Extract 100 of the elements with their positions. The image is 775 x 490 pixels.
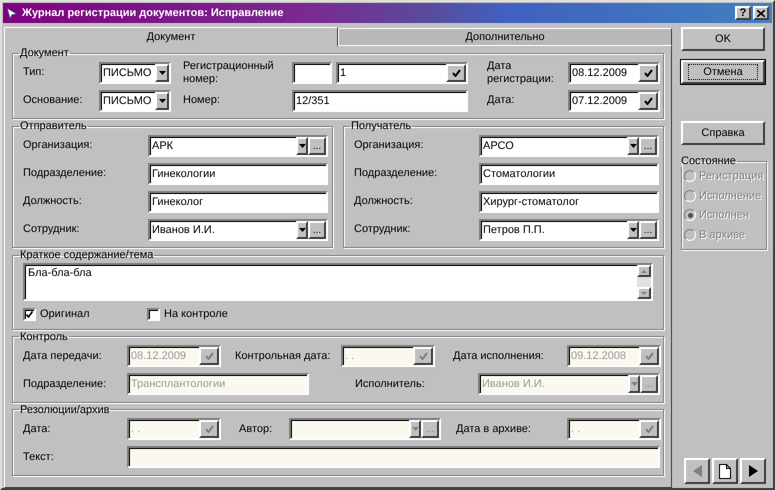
radio-label: Исполнен bbox=[699, 208, 749, 223]
field-label: Сотрудник: bbox=[354, 223, 412, 236]
combo-box[interactable]: Петров П.П. ... bbox=[479, 218, 659, 240]
group-title: Документ bbox=[19, 47, 70, 59]
dropdown-button[interactable] bbox=[296, 136, 308, 154]
blank-page-icon bbox=[719, 464, 731, 478]
check-icon bbox=[644, 425, 654, 433]
date-field[interactable]: 1 bbox=[336, 62, 468, 84]
field-label: Автор: bbox=[239, 422, 274, 436]
field-label: Подразделение: bbox=[23, 167, 108, 180]
dropdown-button[interactable] bbox=[627, 136, 639, 154]
ellipsis-button[interactable]: ... bbox=[308, 220, 326, 238]
check-icon bbox=[418, 352, 428, 360]
dropdown-button[interactable] bbox=[296, 220, 308, 238]
field-label: Дата в архиве: bbox=[456, 422, 532, 436]
group-title: Получатель bbox=[350, 120, 412, 132]
field-label: Подразделение: bbox=[354, 167, 438, 180]
field-label: Должность: bbox=[23, 195, 83, 208]
field-label: Дата: bbox=[487, 94, 516, 107]
pointer-icon bbox=[6, 6, 18, 20]
checkbox[interactable] bbox=[147, 308, 160, 321]
text-field[interactable]: 12/351 bbox=[292, 90, 468, 112]
group-title: Состояние bbox=[680, 155, 737, 167]
ellipsis-button[interactable]: ... bbox=[639, 220, 657, 238]
window-title: Журнал регистрации документов: Исправление bbox=[22, 6, 284, 21]
text-field[interactable]: Хирург-стоматолог bbox=[479, 190, 659, 212]
text-field[interactable] bbox=[292, 62, 332, 84]
scrollbar[interactable] bbox=[637, 265, 651, 299]
field-label: Должность: bbox=[354, 195, 414, 208]
combo-box[interactable]: АРСО ... bbox=[479, 134, 659, 156]
text-field[interactable]: Гинеколог bbox=[148, 190, 328, 212]
dropdown-button[interactable] bbox=[155, 92, 169, 110]
caret-icon bbox=[630, 382, 638, 386]
text-area[interactable]: Бла-бла-бла bbox=[23, 263, 653, 301]
field-label: Сотрудник: bbox=[23, 223, 80, 236]
check-icon bbox=[644, 68, 652, 76]
field-label: Организация: bbox=[354, 139, 424, 152]
dropdown-button[interactable] bbox=[155, 64, 169, 82]
check-icon bbox=[644, 96, 652, 104]
nav-button[interactable] bbox=[740, 458, 766, 484]
field-label: Дата исполнения: bbox=[453, 350, 545, 362]
group-title: Краткое содержание/тема bbox=[19, 249, 154, 261]
check-icon bbox=[204, 425, 214, 433]
group-title: Отправитель bbox=[19, 120, 88, 132]
caret-icon bbox=[298, 144, 306, 148]
field-label: Подразделение: bbox=[23, 378, 108, 390]
check-icon bbox=[452, 68, 460, 76]
dialog-button[interactable]: Отмена bbox=[681, 60, 765, 84]
field-label: Номер: bbox=[183, 94, 221, 107]
date-field[interactable]: 08.12.2009 bbox=[568, 62, 660, 84]
dialog-button[interactable]: OK bbox=[681, 27, 765, 51]
caret-icon bbox=[298, 228, 306, 232]
checkbox-label: Оригинал bbox=[40, 307, 90, 322]
check-icon bbox=[204, 352, 214, 360]
combo-box[interactable]: ПИСЬМО bbox=[99, 90, 171, 112]
check-icon bbox=[26, 310, 33, 318]
combo-box[interactable]: АРК ... bbox=[148, 134, 328, 156]
group-title: Контроль bbox=[19, 330, 69, 342]
text-field[interactable]: Гинекологии bbox=[148, 162, 328, 184]
radio-label: Регистрация bbox=[699, 169, 764, 184]
check-button[interactable] bbox=[638, 64, 658, 82]
combo-box[interactable]: ПИСЬМО bbox=[99, 62, 171, 84]
dropdown-button[interactable] bbox=[627, 220, 639, 238]
checkbox[interactable] bbox=[23, 308, 36, 321]
field-label: Организация: bbox=[23, 139, 94, 152]
up-arrow-icon bbox=[641, 270, 647, 272]
caret-icon bbox=[412, 427, 418, 431]
radio-label: Исполнение bbox=[699, 188, 762, 204]
field-label: Исполнитель: bbox=[355, 378, 426, 390]
ellipsis-button[interactable]: ... bbox=[639, 136, 657, 154]
date-field[interactable]: 07.12.2009 bbox=[568, 90, 660, 112]
close-button[interactable] bbox=[753, 6, 769, 20]
field-label: Дата: bbox=[23, 422, 52, 436]
checkbox-label: На контроле bbox=[164, 307, 228, 322]
field-label: Дата регистрации: bbox=[487, 60, 555, 86]
check-button[interactable] bbox=[638, 92, 658, 110]
check-button[interactable] bbox=[446, 64, 466, 82]
field-label: Дата передачи: bbox=[23, 350, 103, 362]
close-icon bbox=[757, 10, 765, 16]
field-label: Текст: bbox=[23, 450, 55, 464]
caret-icon bbox=[630, 228, 636, 232]
field-label: Основание: bbox=[23, 94, 84, 107]
field-label: Контрольная дата: bbox=[235, 350, 332, 362]
caret-icon bbox=[158, 98, 166, 102]
help-button[interactable]: ? bbox=[735, 6, 751, 20]
down-arrow-icon bbox=[641, 292, 647, 294]
field-label: Тип: bbox=[23, 66, 46, 79]
radio-label: В архиве bbox=[699, 228, 745, 242]
left-triangle-icon bbox=[692, 465, 702, 477]
right-triangle-icon bbox=[748, 465, 758, 477]
caret-icon bbox=[630, 144, 636, 148]
nav-button[interactable] bbox=[712, 458, 738, 484]
tab[interactable]: Дополнительно bbox=[338, 28, 672, 45]
text-field[interactable]: Стоматологии bbox=[479, 162, 659, 184]
combo-box[interactable]: Иванов И.И. ... bbox=[148, 218, 328, 240]
tab[interactable]: Документ bbox=[4, 27, 338, 46]
caret-icon bbox=[158, 70, 166, 74]
ellipsis-button[interactable]: ... bbox=[308, 136, 326, 154]
check-icon bbox=[644, 352, 654, 360]
dialog-button[interactable]: Справка bbox=[681, 121, 765, 145]
